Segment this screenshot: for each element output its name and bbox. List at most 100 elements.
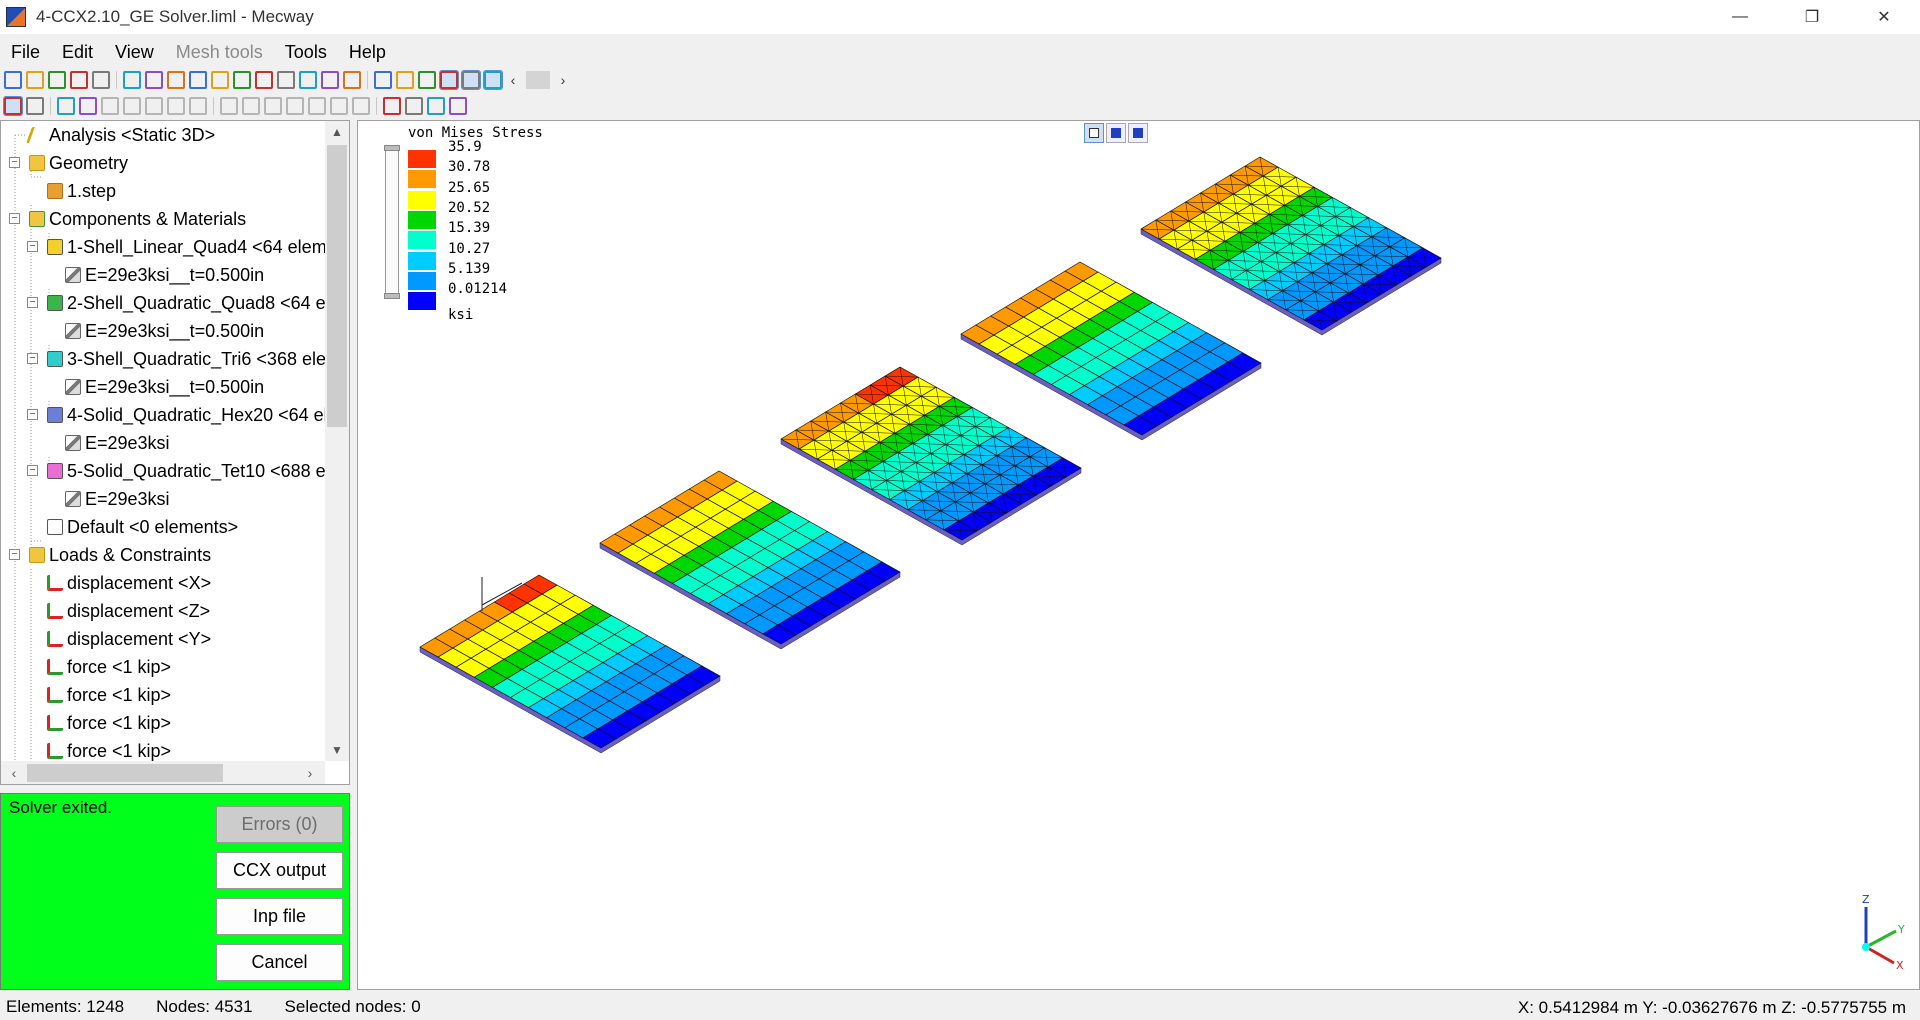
- point-icon[interactable]: [145, 97, 163, 115]
- tree-item[interactable]: Analysis <Static 3D>: [26, 121, 215, 149]
- tree-collapse-icon[interactable]: −: [27, 297, 38, 308]
- settings-icon[interactable]: [79, 97, 97, 115]
- box-icon[interactable]: [101, 97, 119, 115]
- tree-item[interactable]: Default <0 elements>: [47, 513, 238, 541]
- tree-item[interactable]: 1.step: [47, 177, 116, 205]
- extrude-icon[interactable]: [286, 97, 304, 115]
- tree-collapse-icon[interactable]: −: [9, 549, 20, 560]
- view-iso-icon[interactable]: [145, 71, 163, 89]
- refine-icon[interactable]: [242, 97, 260, 115]
- move-icon[interactable]: [330, 97, 348, 115]
- tree-item[interactable]: force <1 kip>: [47, 709, 171, 737]
- scroll-thumb[interactable]: [27, 764, 223, 782]
- view-front-icon[interactable]: [167, 71, 185, 89]
- tree-item[interactable]: E=29e3ksi__t=0.500in: [65, 261, 264, 289]
- legend-range-slider[interactable]: [384, 145, 400, 299]
- legend-min-handle[interactable]: [384, 293, 400, 299]
- tree-item[interactable]: E=29e3ksi__t=0.500in: [65, 373, 264, 401]
- close-icon[interactable]: ✕: [1848, 0, 1920, 34]
- pan-icon[interactable]: [343, 71, 361, 89]
- solid-view-icon[interactable]: [1106, 123, 1126, 143]
- wireframe-view-icon[interactable]: [1084, 123, 1104, 143]
- tree-item[interactable]: force <1 kip>: [47, 681, 171, 709]
- tree-item[interactable]: E=29e3ksi: [65, 429, 170, 457]
- menu-view[interactable]: View: [104, 38, 165, 66]
- menu-file[interactable]: File: [0, 38, 51, 66]
- chart-icon[interactable]: [405, 97, 423, 115]
- scroll-down-icon[interactable]: ▼: [325, 739, 349, 761]
- sel-icon[interactable]: [123, 71, 141, 89]
- zoom-fit-icon[interactable]: [277, 71, 295, 89]
- zoom-icon[interactable]: [299, 71, 317, 89]
- rotate-icon[interactable]: [321, 71, 339, 89]
- cylinder-icon[interactable]: [167, 97, 185, 115]
- restore-icon[interactable]: ❐: [1776, 0, 1848, 34]
- 3d-viewport[interactable]: von Mises Stress 35.9 30.78 25.65 20.52 15.3…: [357, 120, 1920, 990]
- open-file-icon[interactable]: [26, 71, 44, 89]
- table-icon[interactable]: [449, 97, 467, 115]
- view-top-icon[interactable]: [255, 71, 273, 89]
- view-back-icon[interactable]: [189, 71, 207, 89]
- tree-collapse-icon[interactable]: −: [9, 213, 20, 224]
- undo-icon[interactable]: [70, 71, 88, 89]
- tree-item[interactable]: force <1 kip>: [47, 737, 171, 761]
- surface-icon[interactable]: [220, 97, 238, 115]
- tree-item[interactable]: Loads & Constraints: [29, 541, 211, 569]
- scroll-right-icon[interactable]: ›: [299, 761, 321, 784]
- plate-mesh[interactable]: [780, 366, 1082, 546]
- shaded-view-icon[interactable]: [1128, 123, 1148, 143]
- cone-icon[interactable]: [189, 97, 207, 115]
- tree-item[interactable]: E=29e3ksi__t=0.500in: [65, 317, 264, 345]
- tree-item[interactable]: 1-Shell_Linear_Quad4 <64 elements>: [47, 233, 325, 261]
- redo-icon[interactable]: [92, 71, 110, 89]
- mesh-icon[interactable]: [483, 70, 503, 90]
- tree-vertical-scrollbar[interactable]: ▲ ▼: [325, 121, 349, 761]
- menu-help[interactable]: Help: [338, 38, 397, 66]
- view-right-icon[interactable]: [233, 71, 251, 89]
- tree-item[interactable]: E=29e3ksi: [65, 485, 170, 513]
- legend-icon[interactable]: [427, 97, 445, 115]
- lights-icon[interactable]: [374, 71, 392, 89]
- tree-collapse-icon[interactable]: −: [27, 353, 38, 364]
- save-icon[interactable]: [48, 71, 66, 89]
- tree-item[interactable]: 4-Solid_Quadratic_Hex20 <64 elements>: [47, 401, 325, 429]
- tree-item[interactable]: Geometry: [29, 149, 128, 177]
- plate-mesh[interactable]: [599, 470, 901, 650]
- tree-horizontal-scrollbar[interactable]: ‹ ›: [1, 761, 325, 784]
- tree-item[interactable]: 2-Shell_Quadratic_Quad8 <64 elements>: [47, 289, 325, 317]
- select-element-icon[interactable]: [3, 96, 23, 116]
- delete-icon[interactable]: [123, 97, 141, 115]
- revolve-icon[interactable]: [308, 97, 326, 115]
- tree-item[interactable]: force <1 kip>: [47, 653, 171, 681]
- scroll-up-icon[interactable]: ▲: [325, 121, 349, 143]
- previous-result-icon[interactable]: ‹: [504, 72, 522, 88]
- tree-item[interactable]: displacement <Y>: [47, 625, 211, 653]
- menu-edit[interactable]: Edit: [51, 38, 104, 66]
- errors-button[interactable]: Errors (0): [216, 806, 343, 843]
- tree-item[interactable]: 5-Solid_Quadratic_Tet10 <688 elements>: [47, 457, 325, 485]
- tree-collapse-icon[interactable]: −: [27, 409, 38, 420]
- select-node-icon[interactable]: [26, 97, 44, 115]
- wireframe-icon[interactable]: [439, 70, 459, 90]
- minimize-icon[interactable]: —: [1704, 0, 1776, 34]
- solid-icon[interactable]: [461, 70, 481, 90]
- new-file-icon[interactable]: [4, 71, 22, 89]
- scale-icon[interactable]: [383, 97, 401, 115]
- tree-collapse-icon[interactable]: −: [9, 157, 20, 168]
- shading-icon[interactable]: [418, 71, 436, 89]
- explode-icon[interactable]: [57, 97, 75, 115]
- mirror-icon[interactable]: [352, 97, 370, 115]
- menu-mesh-tools[interactable]: Mesh tools: [165, 38, 274, 66]
- cancel-button[interactable]: Cancel: [216, 944, 343, 981]
- next-result-icon[interactable]: ›: [554, 72, 572, 88]
- stress-contour-plot[interactable]: [358, 121, 1920, 990]
- tree-collapse-icon[interactable]: −: [27, 241, 38, 252]
- connect-icon[interactable]: [264, 97, 282, 115]
- ccx-output-button[interactable]: CCX output: [216, 852, 343, 889]
- tree-collapse-icon[interactable]: −: [27, 465, 38, 476]
- tree-item[interactable]: 3-Shell_Quadratic_Tri6 <368 elements>: [47, 345, 325, 373]
- tree-item[interactable]: displacement <X>: [47, 569, 211, 597]
- display-options-icon[interactable]: [396, 71, 414, 89]
- menu-tools[interactable]: Tools: [274, 38, 338, 66]
- inp-file-button[interactable]: Inp file: [216, 898, 343, 935]
